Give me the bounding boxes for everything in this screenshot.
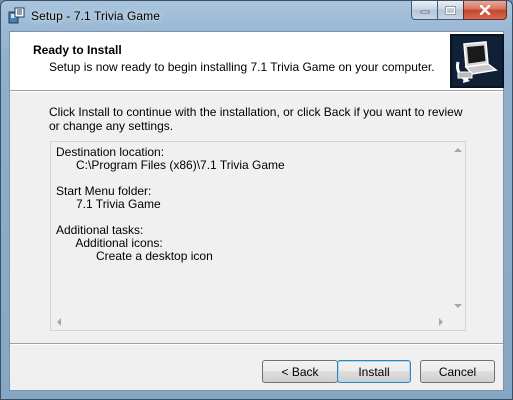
setup-app-icon[interactable] — [8, 7, 25, 24]
window-title: Setup - 7.1 Trivia Game — [31, 9, 161, 23]
instructions-text: Click Install to continue with the insta… — [49, 105, 463, 133]
minimize-icon — [420, 10, 429, 14]
settings-summary-box[interactable]: Destination location: C:\Program Files (… — [50, 141, 466, 331]
title-bar[interactable]: Setup - 7.1 Trivia Game — [1, 1, 512, 31]
maximize-button[interactable] — [437, 1, 463, 20]
page-subtitle: Setup is now ready to begin installing 7… — [49, 60, 435, 74]
minimize-button[interactable] — [411, 1, 437, 20]
wizard-header: Ready to Install Setup is now ready to b… — [10, 32, 504, 90]
scroll-left-icon[interactable] — [57, 318, 61, 326]
summary-line: C:\Program Files (x86)\7.1 Trivia Game — [56, 158, 285, 172]
summary-line: 7.1 Trivia Game — [56, 197, 161, 211]
settings-summary-text: Destination location: C:\Program Files (… — [56, 146, 285, 263]
horizontal-scrollbar[interactable] — [51, 314, 450, 330]
scroll-right-icon[interactable] — [439, 318, 443, 326]
close-icon — [479, 5, 491, 15]
page-title: Ready to Install — [33, 43, 122, 57]
setup-window: Setup - 7.1 Trivia Game Ready to Install… — [0, 0, 513, 400]
footer-divider — [10, 343, 503, 345]
header-divider — [10, 90, 503, 92]
scroll-down-icon[interactable] — [454, 304, 462, 308]
summary-line: Create a desktop icon — [56, 249, 213, 263]
vertical-scrollbar[interactable] — [450, 142, 465, 314]
wizard-client-area: Ready to Install Setup is now ready to b… — [9, 31, 504, 391]
maximize-icon — [445, 5, 456, 15]
installer-computer-icon — [450, 34, 504, 88]
install-button[interactable]: Install — [337, 360, 411, 383]
cancel-button[interactable]: Cancel — [420, 360, 495, 383]
caption-buttons — [411, 1, 507, 21]
back-button[interactable]: < Back — [262, 360, 338, 383]
scroll-up-icon[interactable] — [454, 148, 462, 152]
close-button[interactable] — [463, 1, 507, 20]
